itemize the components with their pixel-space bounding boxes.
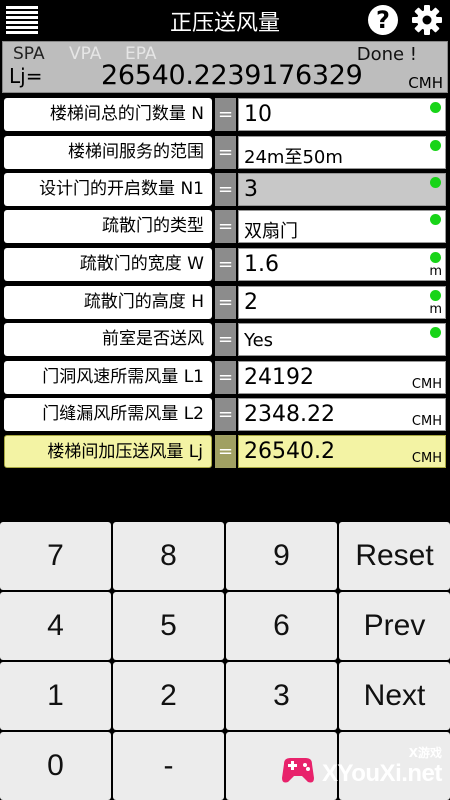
- row-l2: 门缝漏风所需风量 L2 = 2348.22 CMH: [4, 398, 446, 431]
- reset-button[interactable]: Reset: [339, 522, 450, 590]
- value-field[interactable]: 双扇门: [238, 210, 446, 243]
- value-field[interactable]: 1.6 m: [238, 248, 446, 281]
- value-field[interactable]: 24m至50m: [238, 136, 446, 169]
- equals-sign: =: [215, 210, 236, 243]
- row-label[interactable]: 门洞风速所需风量 L1: [4, 361, 212, 394]
- value-field[interactable]: Yes: [238, 323, 446, 356]
- value-text: 双扇门: [244, 221, 298, 242]
- key-5[interactable]: 5: [113, 592, 224, 660]
- value-text: 1.6: [244, 252, 279, 277]
- unit-label: m: [429, 302, 442, 317]
- value-field: 26540.2 CMH: [238, 435, 446, 468]
- next-button[interactable]: Next: [339, 662, 450, 730]
- row-service-range: 楼梯间服务的范围 = 24m至50m: [4, 136, 446, 169]
- value-text: 2348.22: [244, 402, 335, 427]
- equals-sign: =: [215, 248, 236, 281]
- value-text: 24m至50m: [244, 147, 343, 168]
- row-open-door-count: 设计门的开启数量 N1 = 3: [4, 173, 446, 206]
- row-anteroom-supply: 前室是否送风 = Yes: [4, 323, 446, 356]
- value-text: Yes: [244, 330, 274, 351]
- status-indicator-icon: [430, 140, 441, 151]
- status-indicator-icon: [430, 177, 441, 188]
- value-field[interactable]: 3: [238, 173, 446, 206]
- key-9[interactable]: 9: [226, 522, 337, 590]
- status-indicator-icon: [430, 214, 441, 225]
- mode-spa[interactable]: SPA: [13, 44, 45, 64]
- value-field: 2348.22 CMH: [238, 398, 446, 431]
- row-lj: 楼梯间加压送风量 Lj = 26540.2 CMH: [4, 435, 446, 468]
- watermark: X游戏 XYouXi.net: [276, 742, 450, 800]
- status-indicator-icon: [430, 102, 441, 113]
- value-text: 3: [244, 177, 258, 202]
- key-0[interactable]: 0: [0, 732, 111, 800]
- equals-sign: =: [215, 286, 236, 319]
- row-label[interactable]: 前室是否送风: [4, 323, 212, 356]
- row-label[interactable]: 疏散门的宽度 W: [4, 248, 212, 281]
- result-panel: SPA VPA EPA Done ! Lj= 26540.2239176329 …: [2, 41, 448, 93]
- row-door-type: 疏散门的类型 = 双扇门: [4, 210, 446, 243]
- equals-sign: =: [215, 435, 236, 468]
- status-indicator-icon: [430, 252, 441, 263]
- equals-sign: =: [215, 398, 236, 431]
- status-text: Done !: [356, 44, 417, 65]
- value-field[interactable]: 10: [238, 98, 446, 131]
- row-label[interactable]: 设计门的开启数量 N1: [4, 173, 212, 206]
- watermark-text: XYouXi.net: [322, 760, 442, 787]
- key-3[interactable]: 3: [226, 662, 337, 730]
- gear-icon[interactable]: [411, 4, 443, 36]
- row-label[interactable]: 楼梯间总的门数量 N: [4, 98, 212, 131]
- result-unit: CMH: [408, 74, 443, 92]
- result-value: 26540.2239176329: [101, 60, 363, 91]
- gamepad-icon: [278, 750, 318, 790]
- value-field: 24192 CMH: [238, 361, 446, 394]
- value-text: 2: [244, 290, 258, 315]
- unit-label: CMH: [411, 414, 442, 429]
- watermark-small-text: X游戏: [408, 746, 442, 760]
- help-icon[interactable]: ?: [368, 5, 398, 35]
- top-bar: 正压送风量 ?: [0, 0, 450, 40]
- row-door-count: 楼梯间总的门数量 N = 10: [4, 98, 446, 131]
- key-6[interactable]: 6: [226, 592, 337, 660]
- equals-sign: =: [215, 98, 236, 131]
- value-text: 24192: [244, 365, 314, 390]
- key-8[interactable]: 8: [113, 522, 224, 590]
- equals-sign: =: [215, 361, 236, 394]
- value-field[interactable]: 2 m: [238, 286, 446, 319]
- key-4[interactable]: 4: [0, 592, 111, 660]
- status-indicator-icon: [430, 327, 441, 338]
- status-indicator-icon: [430, 290, 441, 301]
- key-2[interactable]: 2: [113, 662, 224, 730]
- unit-label: CMH: [411, 377, 442, 392]
- equals-sign: =: [215, 323, 236, 356]
- row-l1: 门洞风速所需风量 L1 = 24192 CMH: [4, 361, 446, 394]
- mode-vpa[interactable]: VPA: [69, 44, 101, 64]
- result-label: Lj=: [9, 64, 43, 88]
- row-door-height: 疏散门的高度 H = 2 m: [4, 286, 446, 319]
- key-minus[interactable]: -: [113, 732, 224, 800]
- row-label[interactable]: 门缝漏风所需风量 L2: [4, 398, 212, 431]
- key-7[interactable]: 7: [0, 522, 111, 590]
- row-door-width: 疏散门的宽度 W = 1.6 m: [4, 248, 446, 281]
- equals-sign: =: [215, 173, 236, 206]
- prev-button[interactable]: Prev: [339, 592, 450, 660]
- row-label[interactable]: 楼梯间服务的范围: [4, 136, 212, 169]
- row-label[interactable]: 疏散门的高度 H: [4, 286, 212, 319]
- row-label[interactable]: 疏散门的类型: [4, 210, 212, 243]
- row-label[interactable]: 楼梯间加压送风量 Lj: [4, 435, 212, 468]
- value-text: 10: [244, 102, 272, 127]
- equals-sign: =: [215, 136, 236, 169]
- value-text: 26540.2: [244, 439, 335, 464]
- unit-label: m: [429, 264, 442, 279]
- key-1[interactable]: 1: [0, 662, 111, 730]
- unit-label: CMH: [411, 451, 442, 466]
